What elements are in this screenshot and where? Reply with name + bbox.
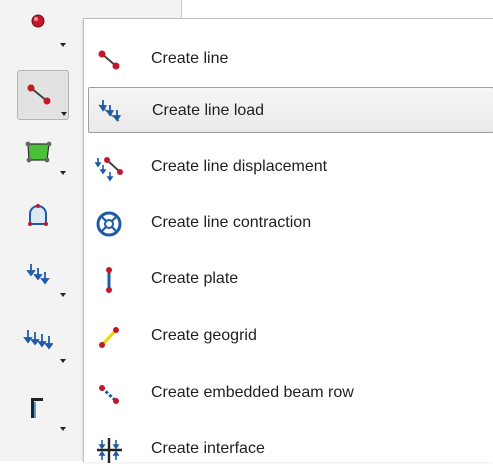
create-line-flyout-menu: Create line Create line load Create line…	[83, 18, 493, 463]
create-tunnel-button[interactable]	[17, 192, 69, 242]
create-point-button[interactable]	[17, 0, 69, 50]
menu-item-create-line-displacement[interactable]: Create line displacement	[88, 144, 493, 190]
dropdown-arrow-icon	[61, 112, 67, 116]
line-icon	[98, 50, 120, 70]
create-well-button[interactable]	[17, 384, 69, 434]
menu-item-label: Create line contraction	[151, 214, 312, 231]
menu-item-label: Create line	[151, 50, 229, 67]
create-polygon-button[interactable]	[17, 128, 69, 178]
dropdown-arrow-icon	[60, 171, 66, 175]
menu-item-create-line-contraction[interactable]: Create line contraction	[88, 200, 493, 246]
dropdown-arrow-icon	[60, 359, 66, 363]
distributed-load-icon	[23, 330, 53, 350]
menu-item-create-geogrid[interactable]: Create geogrid	[88, 313, 493, 359]
menu-item-create-interface[interactable]: Create interface	[88, 426, 493, 472]
line-contraction-icon	[96, 211, 122, 237]
well-icon	[31, 398, 43, 418]
menu-item-label: Create plate	[151, 270, 239, 287]
line-load-icon	[98, 100, 122, 122]
menu-item-label: Create geogrid	[151, 327, 257, 344]
point-load-icon	[26, 264, 50, 285]
dropdown-arrow-icon	[60, 43, 66, 47]
menu-item-label: Create line displacement	[151, 158, 328, 175]
left-toolbar	[0, 0, 86, 461]
embedded-beam-row-icon	[99, 385, 119, 404]
dropdown-arrow-icon	[60, 427, 66, 431]
line-icon	[27, 84, 51, 105]
menu-item-label: Create line load	[152, 102, 265, 119]
polygon-icon	[25, 141, 52, 163]
menu-item-create-plate[interactable]: Create plate	[88, 256, 493, 302]
point-icon	[31, 14, 45, 28]
create-point-load-button[interactable]	[17, 250, 69, 300]
menu-item-create-line-load[interactable]: Create line load	[88, 87, 493, 133]
dropdown-arrow-icon	[60, 293, 66, 297]
line-displacement-icon	[94, 157, 123, 182]
menu-item-label: Create embedded beam row	[151, 384, 354, 401]
menu-item-create-embedded-beam-row[interactable]: Create embedded beam row	[88, 370, 493, 416]
tunnel-icon	[28, 204, 48, 226]
toolbar-top-segment	[83, 0, 182, 18]
plate-icon	[106, 267, 112, 293]
create-distributed-load-button[interactable]	[17, 316, 69, 366]
create-line-tool-button[interactable]	[17, 70, 69, 120]
menu-item-label: Create interface	[151, 440, 265, 457]
menu-item-create-line[interactable]: Create line	[88, 36, 493, 82]
geogrid-icon	[99, 327, 119, 348]
